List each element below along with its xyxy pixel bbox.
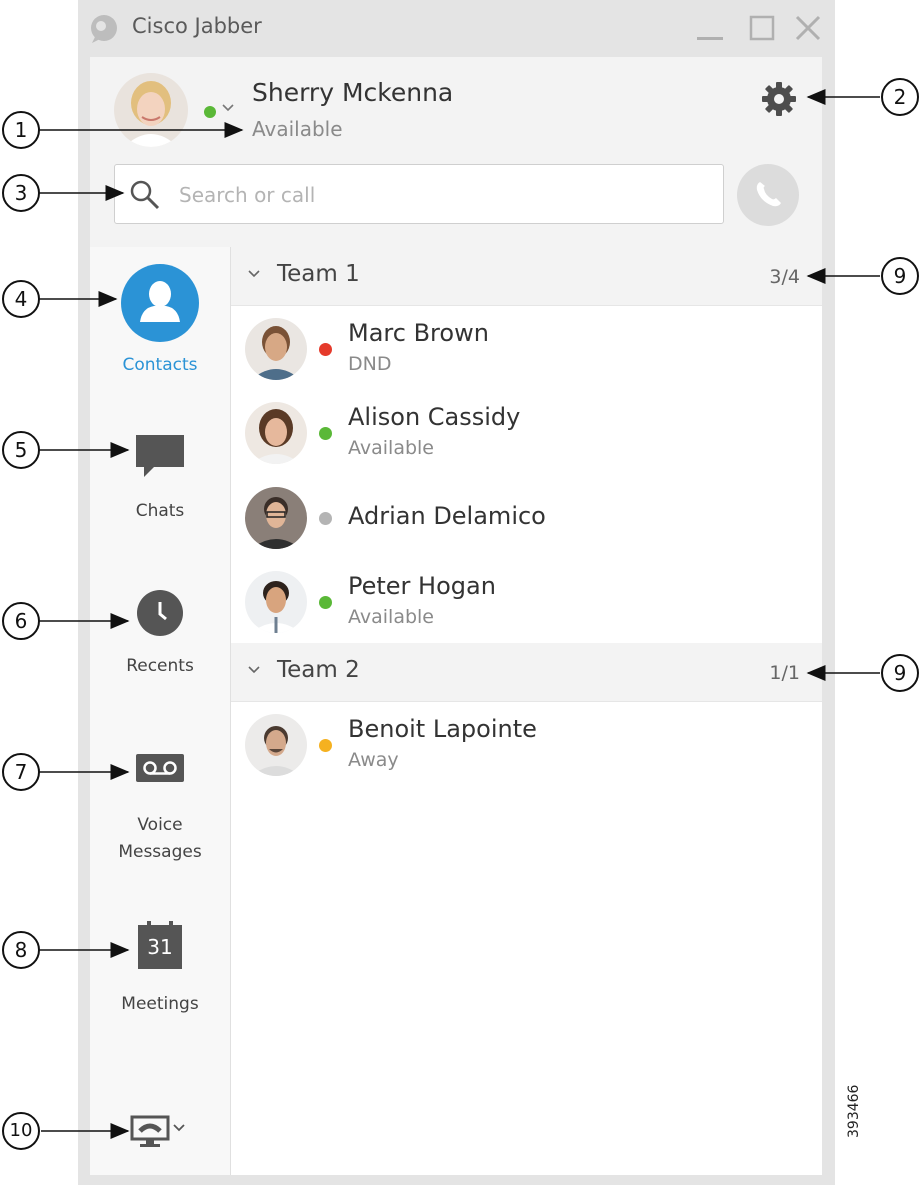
- user-avatar[interactable]: [114, 73, 188, 147]
- callout-marker: 9: [881, 257, 919, 295]
- contact-name: Adrian Delamico: [348, 502, 546, 530]
- sidebar-item-chats[interactable]: Chats: [90, 429, 230, 525]
- sidebar: Contacts Chats Recents Voice Messages 31…: [90, 247, 231, 1175]
- contact-name: Alison Cassidy: [348, 403, 521, 431]
- contact-item[interactable]: Alison Cassidy Available: [231, 390, 822, 476]
- figure-id: 393466: [846, 1084, 862, 1138]
- presence-dot: [319, 739, 332, 752]
- contact-avatar: [245, 402, 307, 464]
- callout-marker: 3: [2, 174, 40, 212]
- callout-marker: 5: [2, 431, 40, 469]
- contact-name: Benoit Lapointe: [348, 715, 537, 743]
- contact-status: Away: [348, 749, 399, 771]
- contact-avatar: [245, 714, 307, 776]
- chevron-down-icon: [248, 270, 260, 278]
- chat-icon: [136, 435, 184, 477]
- voicemail-icon: [136, 754, 184, 782]
- call-button[interactable]: [737, 164, 799, 226]
- contact-avatar: [245, 571, 307, 633]
- title-bar[interactable]: Cisco Jabber: [78, 0, 835, 57]
- user-header: Sherry Mckenna Available: [90, 57, 822, 247]
- search-input[interactable]: [177, 175, 701, 215]
- group-name: Team 1: [277, 261, 360, 287]
- group-header-team-1[interactable]: Team 1 3/4: [231, 247, 822, 306]
- desk-phone-icon: [130, 1115, 185, 1147]
- sidebar-item-voice-messages[interactable]: Voice Messages: [90, 742, 230, 866]
- search-icon: [130, 180, 160, 210]
- sidebar-item-label: Voice Messages: [118, 815, 202, 862]
- presence-dot: [319, 343, 332, 356]
- callout-marker: 7: [2, 753, 40, 791]
- user-name: Sherry Mckenna: [252, 78, 454, 107]
- clock-icon: [137, 590, 183, 636]
- gear-icon[interactable]: [761, 81, 797, 117]
- presence-status-dot[interactable]: [204, 106, 216, 118]
- phone-icon: [756, 182, 781, 207]
- contact-item[interactable]: Benoit Lapointe Away: [231, 702, 822, 788]
- app-title: Cisco Jabber: [132, 14, 262, 38]
- contact-item[interactable]: Peter Hogan Available: [231, 559, 822, 645]
- group-name: Team 2: [277, 657, 360, 683]
- sidebar-item-label: Recents: [126, 656, 194, 676]
- chevron-down-icon[interactable]: [221, 100, 235, 114]
- callout-marker: 8: [2, 931, 40, 969]
- search-box[interactable]: [114, 164, 724, 224]
- presence-dot: [319, 512, 332, 525]
- contact-list: Team 1 3/4 Marc Brown DND Alison Cassidy…: [231, 247, 822, 1175]
- jabber-logo-icon: [91, 15, 117, 43]
- sidebar-item-label: Contacts: [122, 355, 198, 375]
- contact-status: Available: [348, 437, 435, 459]
- close-icon[interactable]: [790, 10, 826, 46]
- contact-avatar: [245, 487, 307, 549]
- sidebar-item-contacts[interactable]: Contacts: [90, 264, 230, 379]
- contact-item[interactable]: Marc Brown DND: [231, 306, 822, 392]
- sidebar-item-label: Meetings: [121, 994, 199, 1014]
- presence-dot: [319, 596, 332, 609]
- minimize-icon[interactable]: [692, 10, 728, 46]
- callout-marker: 10: [2, 1112, 40, 1150]
- callout-marker: 2: [881, 78, 919, 116]
- sidebar-desk-phone-control[interactable]: [90, 1113, 230, 1153]
- contact-name: Marc Brown: [348, 319, 489, 347]
- callout-marker: 6: [2, 602, 40, 640]
- group-count: 3/4: [769, 266, 800, 288]
- callout-marker: 9: [881, 654, 919, 692]
- chevron-down-icon: [248, 666, 260, 674]
- contact-item[interactable]: Adrian Delamico: [231, 475, 822, 561]
- contact-avatar: [245, 318, 307, 380]
- presence-dot: [319, 427, 332, 440]
- contact-name: Peter Hogan: [348, 572, 496, 600]
- group-count: 1/1: [769, 662, 800, 684]
- sidebar-item-recents[interactable]: Recents: [90, 589, 230, 680]
- callout-marker: 1: [2, 111, 40, 149]
- maximize-icon[interactable]: [744, 10, 780, 46]
- group-header-team-2[interactable]: Team 2 1/1: [231, 643, 822, 702]
- user-status[interactable]: Available: [252, 117, 343, 141]
- sidebar-item-meetings[interactable]: 31 Meetings: [90, 921, 230, 1018]
- person-icon: [140, 281, 180, 322]
- contact-status: Available: [348, 606, 435, 628]
- contact-status: DND: [348, 353, 392, 375]
- callout-marker: 4: [2, 280, 40, 318]
- calendar-day: 31: [147, 935, 173, 959]
- sidebar-item-label: Chats: [135, 501, 185, 521]
- contacts-icon-circle: [121, 264, 199, 342]
